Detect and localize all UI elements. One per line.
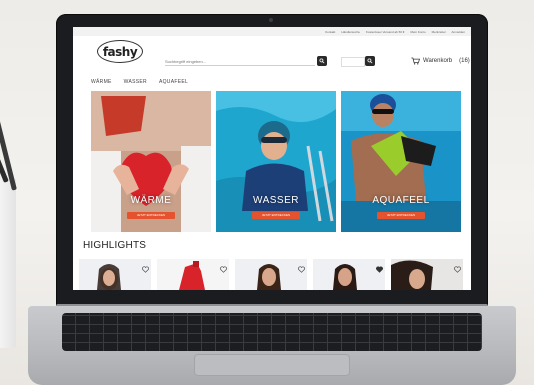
product-card[interactable]: [79, 259, 151, 290]
wishlist-button[interactable]: [376, 260, 383, 273]
fashy-logo[interactable]: fashy: [97, 40, 143, 63]
search-input[interactable]: [165, 57, 315, 66]
swimmer-image: [216, 91, 336, 232]
hero-cta-button[interactable]: JETZT ENTDECKEN: [377, 212, 425, 219]
hero-cta-button[interactable]: JETZT ENTDECKEN: [252, 212, 300, 219]
cart-icon: [411, 57, 420, 65]
hero-tile-wasser[interactable]: WASSER JETZT ENTDECKEN: [216, 91, 336, 232]
search-icon: [319, 58, 325, 64]
wishlist-button[interactable]: [220, 260, 227, 273]
aquafeel-swimmer-image: [341, 91, 461, 232]
hero-tile-waerme[interactable]: WÄRME JETZT ENTDECKEN: [91, 91, 211, 232]
product-card[interactable]: [313, 259, 385, 290]
product-image: [79, 259, 151, 290]
pencil-cup: [0, 178, 16, 348]
wishlist-button[interactable]: [298, 260, 305, 273]
topbar-link[interactable]: Anmelden: [451, 30, 465, 34]
keyboard: [62, 313, 482, 351]
product-image: [157, 259, 229, 290]
hero-title: AQUAFEEL: [372, 195, 430, 206]
browser-screen: Kontakt Händlersuche Kostenloser Versand…: [73, 27, 471, 290]
main-nav: WÄRME WASSER AQUAFEEL: [91, 79, 188, 85]
hot-water-bottle-image: [91, 91, 211, 232]
nav-item-wasser[interactable]: WASSER: [124, 79, 147, 85]
wishlist-button[interactable]: [142, 260, 149, 273]
nav-item-waerme[interactable]: WÄRME: [91, 79, 112, 85]
topbar-link[interactable]: Händlersuche: [341, 30, 360, 34]
product-image: [235, 259, 307, 290]
heart-icon: [298, 266, 305, 273]
topbar-link[interactable]: Kostenloser Versand ab 50 €: [366, 30, 405, 34]
product-image: [313, 259, 385, 290]
product-image: [391, 259, 463, 290]
heart-icon: [376, 266, 383, 273]
hero-title: WASSER: [253, 195, 299, 206]
topbar-link[interactable]: Merkzettel: [432, 30, 446, 34]
product-card[interactable]: [235, 259, 307, 290]
search-button[interactable]: [317, 56, 327, 66]
cart-count: (16): [459, 58, 470, 64]
hero-cta-button[interactable]: JETZT ENTDECKEN: [127, 212, 175, 219]
product-card[interactable]: [391, 259, 463, 290]
secondary-search-button[interactable]: [365, 56, 375, 66]
camera-icon: [269, 18, 273, 22]
nav-item-aquafeel[interactable]: AQUAFEEL: [159, 79, 188, 85]
cart-link[interactable]: Warenkorb (16): [411, 57, 470, 65]
cart-label: Warenkorb: [423, 58, 453, 64]
wishlist-button[interactable]: [454, 260, 461, 273]
search-icon: [367, 58, 373, 64]
secondary-search-input[interactable]: [341, 57, 365, 67]
hero-tile-aquafeel[interactable]: AQUAFEEL JETZT ENTDECKEN: [341, 91, 461, 232]
hero-title: WÄRME: [130, 195, 172, 206]
heart-icon: [220, 266, 227, 273]
heart-icon: [142, 266, 149, 273]
highlights-heading: HIGHLIGHTS: [83, 240, 147, 251]
trackpad: [194, 354, 350, 376]
heart-icon: [454, 266, 461, 273]
topbar-link[interactable]: Kontakt: [325, 30, 335, 34]
product-card[interactable]: [157, 259, 229, 290]
topbar-link[interactable]: Mein Konto: [410, 30, 425, 34]
top-utility-bar: Kontakt Händlersuche Kostenloser Versand…: [73, 27, 471, 36]
